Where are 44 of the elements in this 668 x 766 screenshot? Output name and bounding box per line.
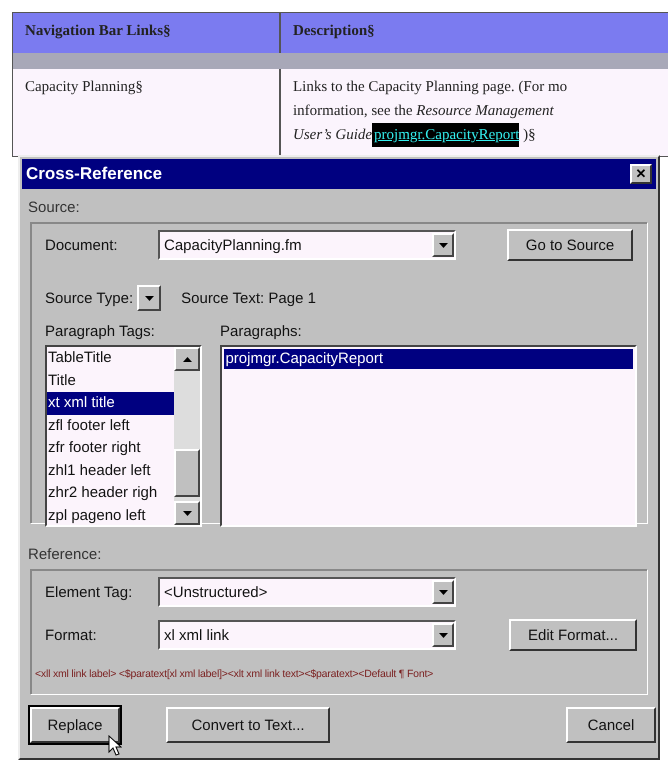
column-header: Navigation Bar Links§ bbox=[13, 13, 281, 53]
document-dropdown[interactable]: CapacityPlanning.fm bbox=[158, 230, 456, 260]
dialog-button[interactable]: Replace bbox=[30, 707, 120, 743]
field-label: Source Type: bbox=[45, 290, 134, 306]
format-string: <xll xml link label> <$paratext[xl xml label]><xlt xml link text><$paratext><Default ¶ Font> bbox=[35, 668, 434, 680]
field-label: Document: bbox=[45, 236, 119, 254]
section-label: Source: bbox=[28, 199, 81, 216]
scroll-thumb[interactable] bbox=[174, 449, 200, 497]
column-header: Description§ bbox=[292, 22, 376, 41]
scrollbar[interactable] bbox=[174, 347, 200, 525]
close-button[interactable]: ✕ bbox=[630, 164, 652, 184]
list-item[interactable]: zpl pageno left bbox=[47, 504, 174, 525]
scroll-up-icon[interactable] bbox=[174, 347, 200, 371]
dropdown-arrow-icon bbox=[144, 296, 154, 300]
description-line: Links to the Capacity Planning page. (For mo bbox=[293, 78, 568, 97]
field-label: Format: bbox=[45, 626, 98, 644]
format-dropdown[interactable]: xl xml link bbox=[158, 620, 456, 650]
list-item[interactable]: zhl1 header left bbox=[47, 460, 174, 482]
list-item[interactable]: Title bbox=[47, 370, 174, 392]
field-label: Element Tag: bbox=[45, 584, 134, 600]
dialog-button[interactable]: Cancel bbox=[566, 707, 656, 743]
scroll-down-icon[interactable] bbox=[174, 501, 200, 525]
description-line: User’s Guide bbox=[293, 126, 372, 145]
dialog-button[interactable]: Convert to Text... bbox=[166, 707, 330, 743]
list-item[interactable]: xt xml title bbox=[47, 392, 174, 414]
list-item[interactable]: zhr2 header righ bbox=[47, 482, 174, 504]
section-label: Reference: bbox=[28, 546, 102, 563]
list-label: Paragraph Tags: bbox=[45, 322, 156, 340]
source-type-dropdown[interactable] bbox=[137, 285, 162, 311]
list-label: Paragraphs: bbox=[220, 322, 303, 340]
mouse-pointer-icon bbox=[108, 735, 122, 757]
edit-format-button[interactable]: Edit Format... bbox=[509, 619, 637, 651]
source-text: Source Text: Page 1 bbox=[181, 290, 316, 306]
description-line: )§ bbox=[522, 126, 536, 145]
go-to-source-button[interactable]: Go to Source bbox=[507, 229, 633, 261]
element-tag-dropdown[interactable]: <Unstructured> bbox=[158, 577, 456, 607]
list-item[interactable]: projmgr.CapacityReport bbox=[224, 349, 633, 369]
paragraph-tags-list[interactable]: TableTitle Title xt xml title zfl footer left zfr footer right zhl1 header left zhr2 header righ zpl pageno left bbox=[45, 345, 202, 527]
window-title: Cross-Reference bbox=[26, 164, 162, 184]
paragraphs-list[interactable]: projmgr.CapacityReport bbox=[220, 345, 637, 527]
list-item[interactable]: TableTitle bbox=[47, 347, 174, 370]
list-item[interactable]: zfl footer left bbox=[47, 414, 174, 437]
description-line: information, see the Resource Management bbox=[293, 102, 555, 121]
list-item[interactable]: zfr footer right bbox=[47, 437, 174, 460]
